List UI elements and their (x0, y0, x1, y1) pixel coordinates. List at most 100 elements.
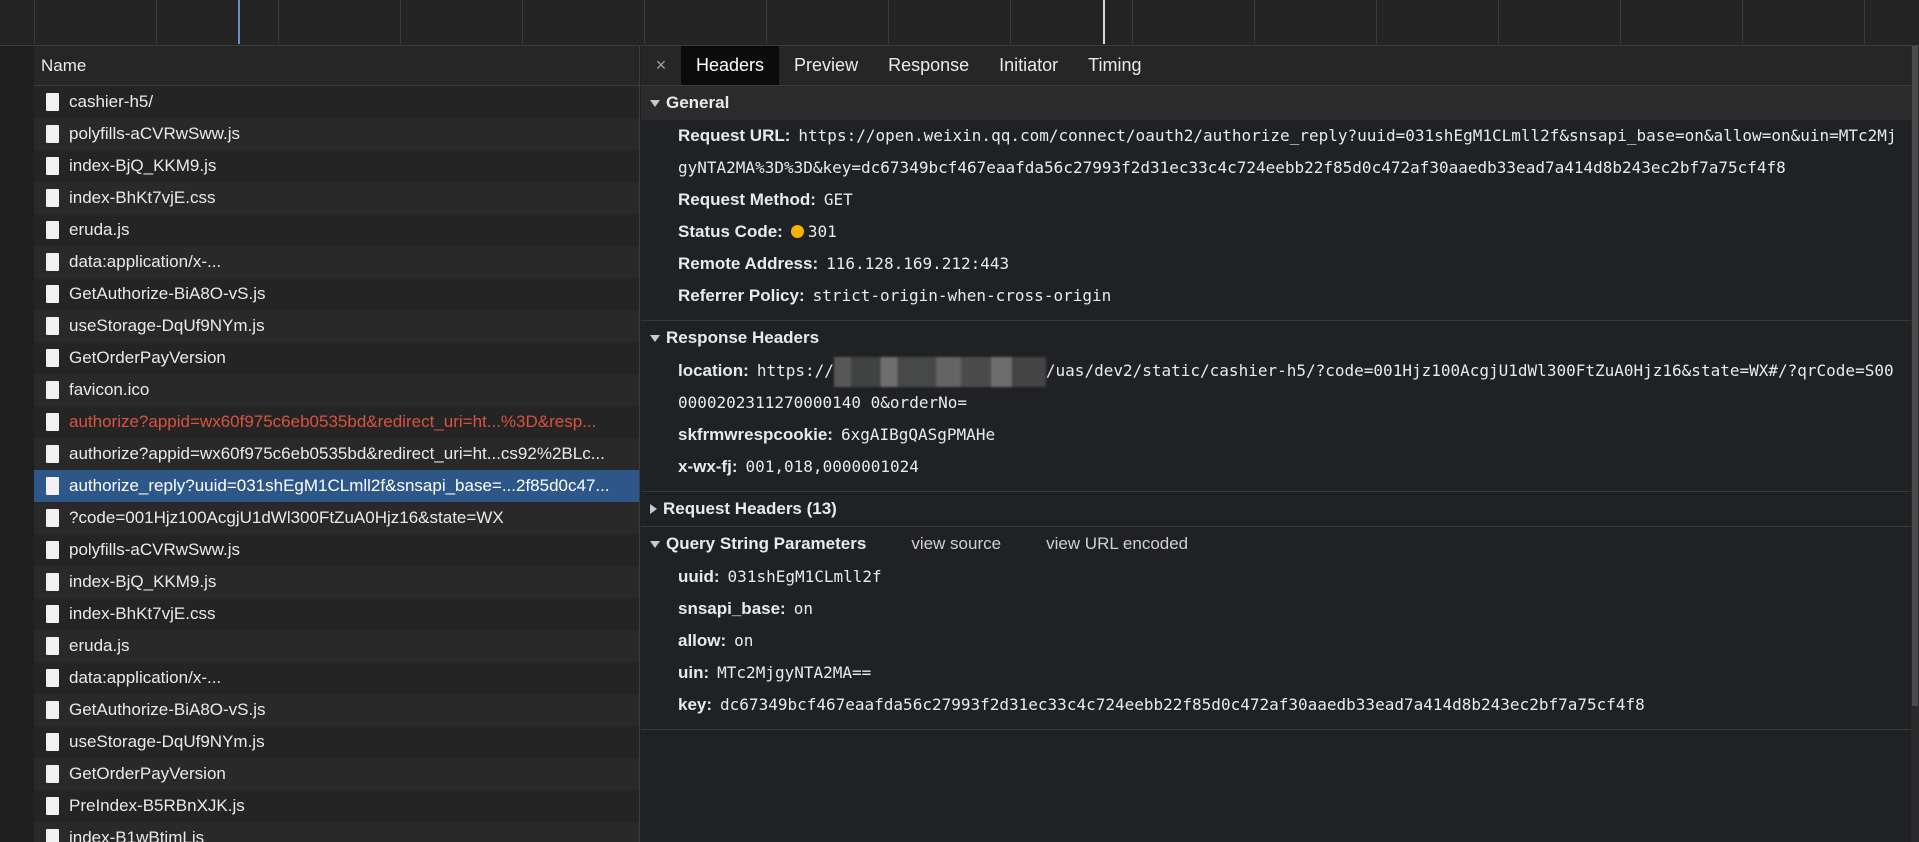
response-headers-section: Response Headers location: https:///uas/d… (641, 321, 1911, 492)
request-row[interactable]: PreIndex-B5RBnXJK.js (34, 790, 639, 822)
request-headers-title: Request Headers (13) (663, 499, 837, 518)
request-row[interactable]: eruda.js (34, 214, 639, 246)
remote-address-label: Remote Address: (678, 254, 819, 273)
tab-initiator[interactable]: Initiator (984, 46, 1073, 85)
scrollbar[interactable] (1911, 46, 1919, 842)
triangle-down-icon (650, 334, 660, 342)
request-name: favicon.ico (69, 380, 150, 399)
request-name: authorize_reply?uuid=031shEgM1CLmll2f&sn… (69, 476, 610, 495)
triangle-down-icon (650, 99, 660, 107)
request-name: authorize?appid=wx60f975c6eb0535bd&redir… (69, 412, 597, 431)
response-headers-title: Response Headers (666, 328, 820, 347)
timeline-gridline (156, 0, 157, 44)
query-param-key: uin: (678, 663, 710, 682)
location-header-row: location: https:///uas/dev2/static/cashie… (641, 355, 1911, 419)
timeline-gridline (34, 0, 35, 44)
request-row[interactable]: index-B1wBtimLjs (34, 822, 639, 842)
request-row[interactable]: ?code=001Hjz100AcgjU1dWl300FtZuA0Hjz16&s… (34, 502, 639, 534)
name-column-header[interactable]: Name (34, 46, 639, 86)
referrer-policy-value: strict-origin-when-cross-origin (812, 286, 1112, 305)
request-row[interactable]: data:application/x-... (34, 662, 639, 694)
request-name: polyfills-aCVRwSww.js (69, 124, 240, 143)
request-row[interactable]: GetAuthorize-BiA8O-vS.js (34, 694, 639, 726)
view-url-encoded-link[interactable]: view URL encoded (1046, 534, 1188, 554)
network-timeline[interactable] (0, 0, 1919, 46)
request-row[interactable]: eruda.js (34, 630, 639, 662)
request-headers-toggle[interactable]: Request Headers (13) (641, 492, 1911, 526)
request-row[interactable]: data:application/x-... (34, 246, 639, 278)
remote-address-row: Remote Address: 116.128.169.212:443 (641, 248, 1911, 280)
request-row[interactable]: authorize?appid=wx60f975c6eb0535bd&redir… (34, 438, 639, 470)
view-source-link[interactable]: view source (911, 534, 1001, 554)
request-row[interactable]: useStorage-DqUf9NYm.js (34, 310, 639, 342)
timeline-dom-loaded-marker (238, 0, 240, 44)
request-row[interactable]: index-BjQ_KKM9.js (34, 150, 639, 182)
file-icon (46, 349, 59, 367)
skfrmwrespcookie-label: skfrmwrespcookie: (678, 425, 833, 444)
request-name: GetAuthorize-BiA8O-vS.js (69, 700, 266, 719)
skfrmwrespcookie-row: skfrmwrespcookie: 6xgAIBgQASgPMAHe (641, 419, 1911, 451)
scrollbar-thumb[interactable] (1912, 46, 1918, 706)
request-row[interactable]: GetOrderPayVersion (34, 342, 639, 374)
timeline-gridline (888, 0, 889, 44)
request-name: cashier-h5/ (69, 92, 154, 111)
request-method-value: GET (823, 190, 853, 209)
request-row[interactable]: useStorage-DqUf9NYm.js (34, 726, 639, 758)
request-row[interactable]: authorize_reply?uuid=031shEgM1CLmll2f&sn… (34, 470, 639, 502)
request-name: GetAuthorize-BiA8O-vS.js (69, 284, 266, 303)
timeline-gridline (400, 0, 401, 44)
file-icon (46, 381, 59, 399)
request-url-row: Request URL: https://open.weixin.qq.com/c… (641, 120, 1911, 184)
file-icon (46, 509, 59, 527)
tab-headers[interactable]: Headers (681, 46, 780, 85)
request-row[interactable]: authorize?appid=wx60f975c6eb0535bd&redir… (34, 406, 639, 438)
file-icon (46, 221, 59, 239)
query-param-key: snsapi_base: (678, 599, 786, 618)
general-section: General Request URL: https://open.weixin.… (641, 86, 1911, 321)
x-wx-fj-label: x-wx-fj: (678, 457, 738, 476)
timeline-gridline (644, 0, 645, 44)
request-row[interactable]: GetAuthorize-BiA8O-vS.js (34, 278, 639, 310)
request-row[interactable]: favicon.ico (34, 374, 639, 406)
tab-preview[interactable]: Preview (779, 46, 873, 85)
file-icon (46, 605, 59, 623)
request-name: index-BhKt7vjE.css (69, 604, 216, 623)
triangle-right-icon (650, 504, 657, 514)
request-name: index-BhKt7vjE.css (69, 188, 216, 207)
request-name: ?code=001Hjz100AcgjU1dWl300FtZuA0Hjz16&s… (69, 508, 504, 527)
timeline-gridline (1132, 0, 1133, 44)
request-row[interactable]: polyfills-aCVRwSww.js (34, 118, 639, 150)
request-name: authorize?appid=wx60f975c6eb0535bd&redir… (69, 444, 605, 463)
request-name: data:application/x-... (69, 252, 222, 271)
tab-response[interactable]: Response (873, 46, 984, 85)
request-url-label: Request URL: (678, 126, 791, 145)
response-headers-toggle[interactable]: Response Headers (641, 321, 1911, 355)
close-icon[interactable]: × (641, 46, 681, 85)
request-row[interactable]: index-BjQ_KKM9.js (34, 566, 639, 598)
file-icon (46, 701, 59, 719)
file-icon (46, 765, 59, 783)
request-method-label: Request Method: (678, 190, 816, 209)
file-icon (46, 733, 59, 751)
timeline-gridline (1864, 0, 1865, 44)
query-param-key: uuid: (678, 567, 720, 586)
request-row[interactable]: index-BhKt7vjE.css (34, 598, 639, 630)
query-param-value: on (793, 599, 813, 618)
query-param-row: uuid: 031shEgM1CLmll2f (641, 561, 1911, 593)
file-icon (46, 637, 59, 655)
tab-timing[interactable]: Timing (1073, 46, 1156, 85)
timeline-gridline (1010, 0, 1011, 44)
query-params-toggle[interactable]: Query String Parameters view source view… (641, 527, 1911, 561)
general-section-toggle[interactable]: General (641, 86, 1911, 120)
request-row[interactable]: GetOrderPayVersion (34, 758, 639, 790)
timeline-gridline (522, 0, 523, 44)
x-wx-fj-value: 001,018,0000001024 (745, 457, 919, 476)
file-icon (46, 285, 59, 303)
request-row[interactable]: polyfills-aCVRwSww.js (34, 534, 639, 566)
file-icon (46, 573, 59, 591)
request-headers-section: Request Headers (13) (641, 492, 1911, 527)
request-row[interactable]: cashier-h5/ (34, 86, 639, 118)
request-name: useStorage-DqUf9NYm.js (69, 316, 265, 335)
status-code-value: 301 (807, 222, 837, 241)
request-row[interactable]: index-BhKt7vjE.css (34, 182, 639, 214)
